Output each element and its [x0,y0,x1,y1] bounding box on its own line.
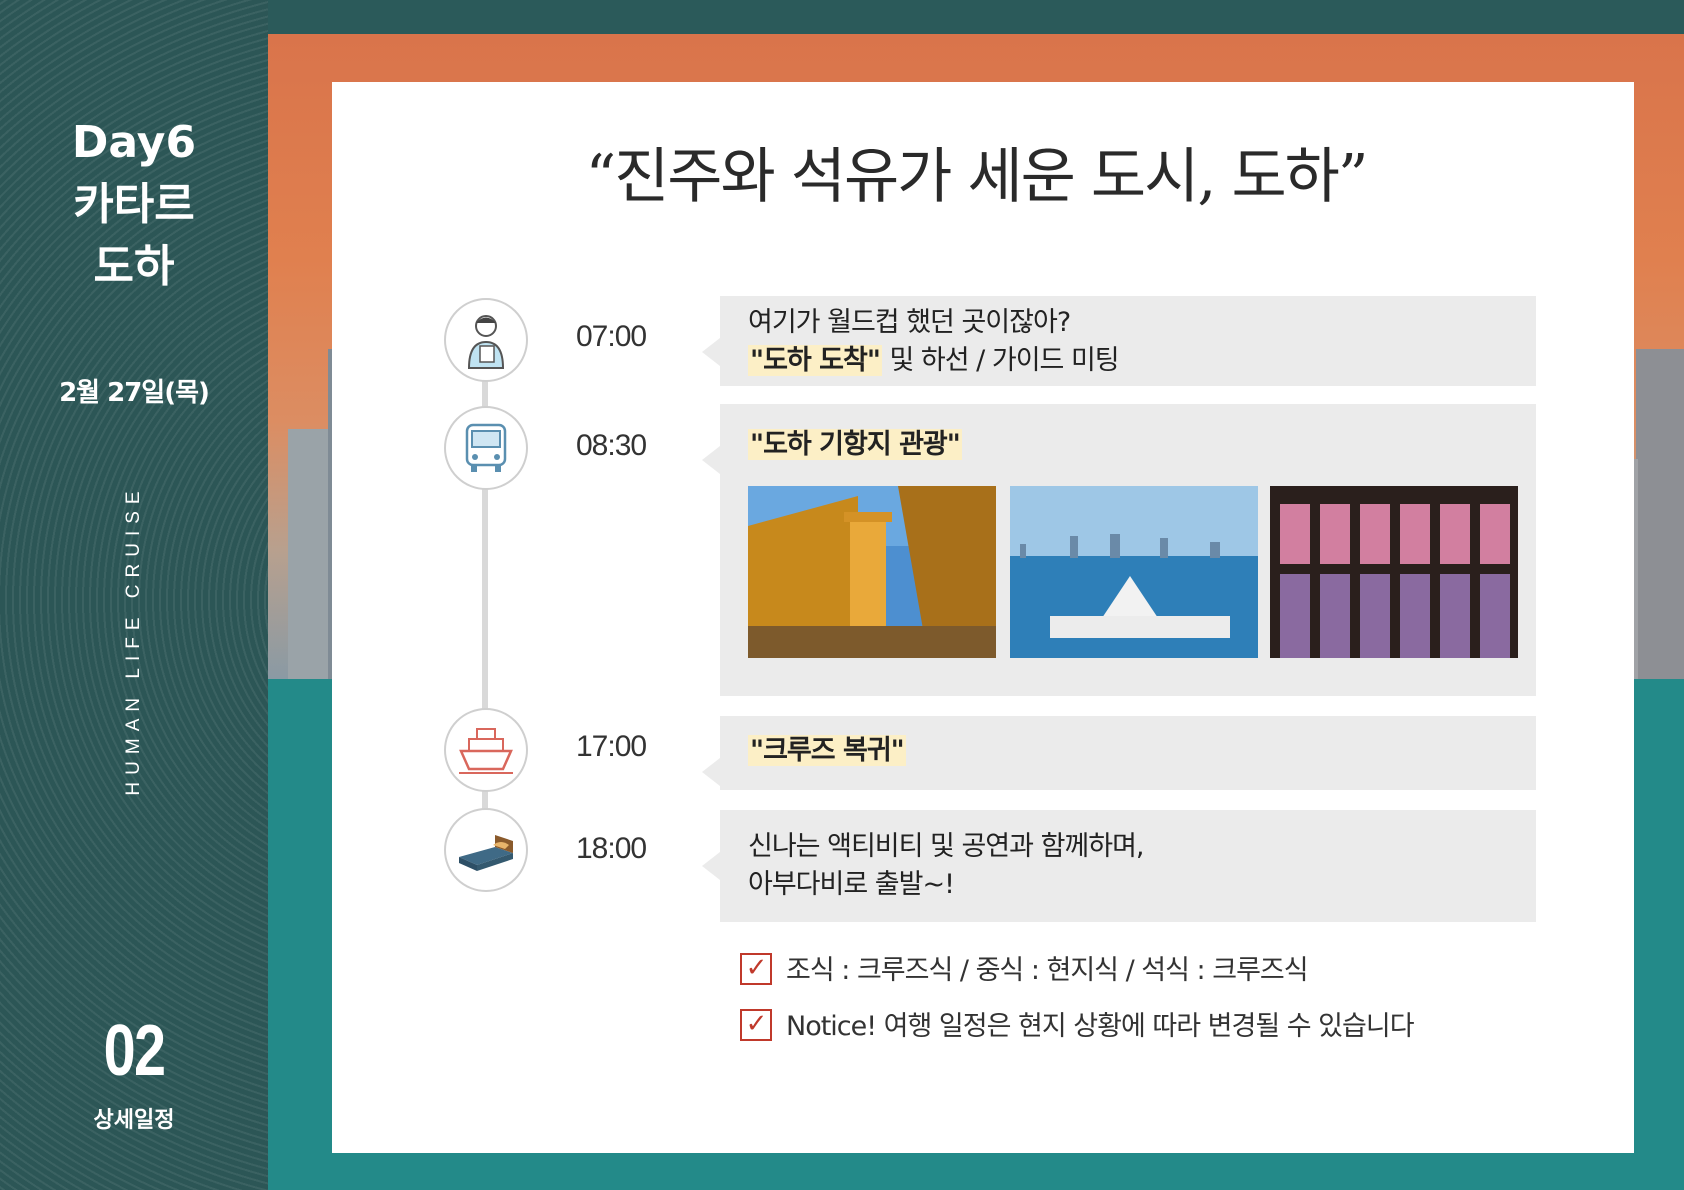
schedule-item-arrival: 여기가 월드컵 했던 곳이잖아? "도하 도착" 및 하선 / 가이드 미팅 [702,296,1536,386]
page-title: “진주와 석유가 세운 도시, 도하” [585,142,1368,212]
photo-arches-reflection [1270,486,1518,658]
photo-souq-minaret [748,486,996,658]
building [288,429,328,679]
meal-info-text: 조식 : 크루즈식 / 중식 : 현지식 / 석식 : 크루즈식 [786,955,1309,986]
page-number: 02 [103,1011,166,1091]
check-icon: ✓ [740,952,772,985]
date-label: 2월 27일(목) [59,378,210,408]
brand-vertical-text: HUMAN LIFE CRUISE [123,484,144,796]
building [1636,349,1684,679]
time-label: 07:00 [576,320,647,353]
notice-text: Notice! 여행 일정은 현지 상황에 따라 변경될 수 있습니다 [786,1011,1415,1042]
item-text: 아부다비로 출발~! [748,869,955,900]
bus-icon [444,406,528,490]
time-label: 17:00 [576,730,647,763]
notice-info: ✓ Notice! 여행 일정은 현지 상황에 따라 변경될 수 있습니다 [740,1004,1415,1044]
day-heading: Day6 카타르 도하 [0,112,268,298]
item-highlight: "크루즈 복귀" [748,735,906,766]
item-highlight: "도하 기항지 관광" [748,429,962,460]
day-label: Day6 [71,117,197,168]
check-icon: ✓ [740,1008,772,1041]
photo-islamic-art-museum [1010,486,1258,658]
time-label: 08:30 [576,429,647,462]
background-top-band [268,0,1684,34]
item-text: 및 하선 / 가이드 미팅 [881,345,1119,376]
tour-guide-icon [444,298,528,382]
meal-info: ✓ 조식 : 크루즈식 / 중식 : 현지식 / 석식 : 크루즈식 [740,948,1309,988]
country-label: 카타르 [73,179,195,230]
time-label: 18:00 [576,832,647,865]
schedule-item-cruise-return: "크루즈 복귀" [702,716,1536,790]
item-text: 신나는 액티비티 및 공연과 함께하며, [748,831,1145,862]
schedule-item-departure: 신나는 액티비티 및 공연과 함께하며, 아부다비로 출발~! [702,810,1536,922]
item-text: 여기가 월드컵 했던 곳이잖아? [748,307,1071,338]
bed-icon [444,808,528,892]
page-label: 상세일정 [93,1108,175,1133]
schedule-item-tour: "도하 기항지 관광" [702,404,1536,696]
city-label: 도하 [93,241,175,292]
sidebar: Day6 카타르 도하 2월 27일(목) HUMAN LIFE CRUISE … [0,0,268,1190]
cruise-ship-icon [444,708,528,792]
item-highlight: "도하 도착" [748,345,882,376]
